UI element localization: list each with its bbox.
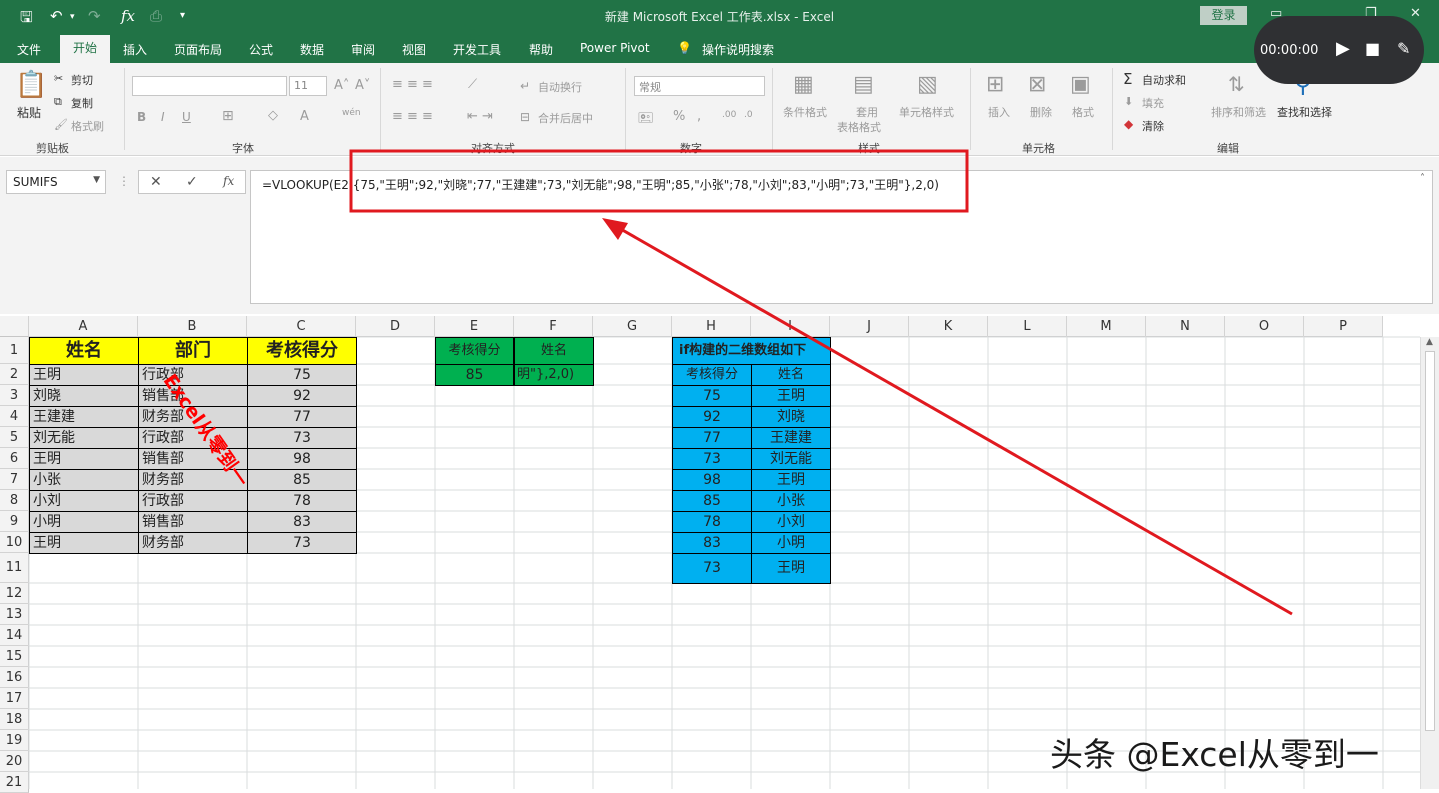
footer-watermark: 头条 @Excel从零到一 [1050, 735, 1379, 774]
annotation-box [349, 149, 969, 213]
annotation-arrowhead [602, 218, 628, 240]
annotation-arrow [611, 222, 1293, 616]
annotation-layer [349, 149, 1293, 616]
